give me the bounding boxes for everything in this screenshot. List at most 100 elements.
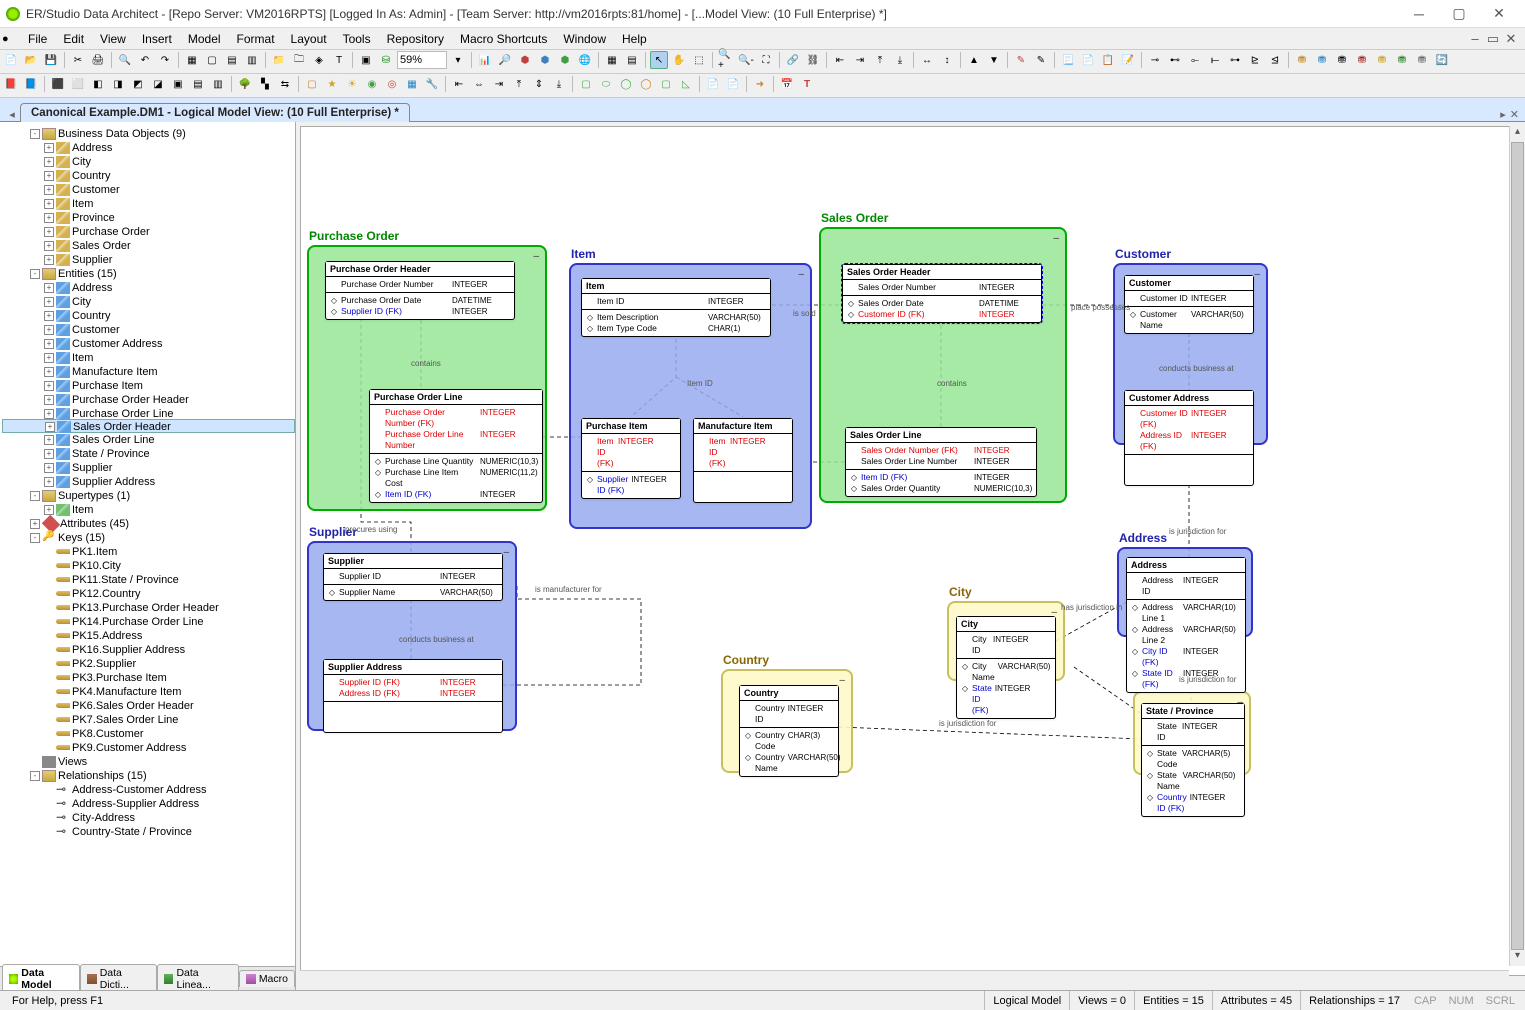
open-icon[interactable]: 📂: [22, 51, 40, 69]
folder-icon[interactable]: 📁: [270, 51, 288, 69]
db5-icon[interactable]: ⛃: [1373, 51, 1391, 69]
maximize-button[interactable]: ▢: [1439, 1, 1479, 27]
explorer-tab-1[interactable]: Data Dicti...: [80, 964, 157, 990]
tree-item[interactable]: PK15.Address: [2, 628, 295, 642]
tree-item[interactable]: +Province: [2, 210, 295, 224]
x4-icon[interactable]: ◨: [109, 75, 127, 93]
mdi-close[interactable]: ✕: [1503, 31, 1519, 47]
db-icon[interactable]: ⛁: [377, 51, 395, 69]
save-icon[interactable]: 💾: [42, 51, 60, 69]
circ-b-icon[interactable]: ◎: [383, 75, 401, 93]
distr-h-icon[interactable]: ↔: [918, 51, 936, 69]
pointer-icon[interactable]: ↖: [650, 51, 668, 69]
tab-prev[interactable]: ◂: [4, 108, 20, 121]
db3-icon[interactable]: ⛃: [1333, 51, 1351, 69]
collapse-icon[interactable]: –: [839, 675, 845, 686]
find-icon[interactable]: 🔎: [496, 51, 514, 69]
tree-item[interactable]: +Sales Order Header: [2, 419, 295, 433]
cascade-icon[interactable]: ▦: [603, 51, 621, 69]
a-left-icon[interactable]: ⇤: [450, 75, 468, 93]
zoomout-icon[interactable]: 🔍-: [737, 51, 755, 69]
entity-cus[interactable]: CustomerCustomer IDINTEGER◇Customer Name…: [1124, 275, 1254, 334]
x8-icon[interactable]: ▤: [189, 75, 207, 93]
collapse-icon[interactable]: –: [533, 251, 539, 262]
entity-sol[interactable]: Sales Order LineSales Order Number (FK)I…: [845, 427, 1037, 497]
sq-o-icon[interactable]: ▢: [303, 75, 321, 93]
menu-view[interactable]: View: [92, 30, 134, 48]
swap-icon[interactable]: ⇆: [276, 75, 294, 93]
tree-item[interactable]: +Customer Address: [2, 336, 295, 350]
a-mid-icon[interactable]: ⇕: [530, 75, 548, 93]
al-left-icon[interactable]: ⇤: [831, 51, 849, 69]
tree-item[interactable]: -Keys (15): [2, 530, 295, 544]
layer-icon[interactable]: ▣: [357, 51, 375, 69]
rel7-icon[interactable]: ⊴: [1266, 51, 1284, 69]
a-top-icon[interactable]: ⤒: [510, 75, 528, 93]
new-icon[interactable]: 📄: [2, 51, 20, 69]
entity-icon[interactable]: ▢: [203, 51, 221, 69]
tree-item[interactable]: PK4.Manufacture Item: [2, 684, 295, 698]
text-t-icon[interactable]: T: [798, 75, 816, 93]
marquee-zoom-icon[interactable]: ⬚: [690, 51, 708, 69]
tree-item[interactable]: Country-State / Province: [2, 824, 295, 838]
explorer-tab-0[interactable]: Data Model: [2, 964, 80, 990]
pg1-icon[interactable]: 📄: [704, 75, 722, 93]
zoom-combo[interactable]: [397, 51, 447, 69]
entity-sup[interactable]: SupplierSupplier IDINTEGER◇Supplier Name…: [323, 553, 503, 601]
entity-adr[interactable]: AddressAddress IDINTEGER◇Address Line 1V…: [1126, 557, 1246, 693]
refresh-icon[interactable]: 🔄: [1433, 51, 1451, 69]
tree-item[interactable]: PK13.Purchase Order Header: [2, 600, 295, 614]
tree-item[interactable]: +Purchase Order Header: [2, 392, 295, 406]
unlink-icon[interactable]: ⛓: [804, 51, 822, 69]
ci-org-icon[interactable]: ◯: [637, 75, 655, 93]
calendar-icon[interactable]: 📅: [778, 75, 796, 93]
tree-item[interactable]: Views: [2, 754, 295, 768]
redo-icon[interactable]: ↷: [156, 51, 174, 69]
star-icon[interactable]: ★: [323, 75, 341, 93]
close-button[interactable]: ✕: [1479, 1, 1519, 27]
a-bot-icon[interactable]: ⤓: [550, 75, 568, 93]
menu-model[interactable]: Model: [180, 30, 229, 48]
mdi-restore[interactable]: ▭: [1485, 31, 1501, 47]
entity-pol[interactable]: Purchase Order LinePurchase Order Number…: [369, 389, 543, 503]
tree-item[interactable]: +Item: [2, 196, 295, 210]
tree-item[interactable]: -Entities (15): [2, 266, 295, 280]
x6-icon[interactable]: ◪: [149, 75, 167, 93]
el-grn-icon[interactable]: ⬭: [597, 75, 615, 93]
fit-icon[interactable]: ⛶: [757, 51, 775, 69]
doc3-icon[interactable]: 📋: [1099, 51, 1117, 69]
db7-icon[interactable]: ⛃: [1413, 51, 1431, 69]
repo3-icon[interactable]: ⬢: [556, 51, 574, 69]
tree-item[interactable]: +City: [2, 294, 295, 308]
x1-icon[interactable]: ⬛: [49, 75, 67, 93]
rd-grn-icon[interactable]: ▢: [657, 75, 675, 93]
menu-tools[interactable]: Tools: [335, 30, 379, 48]
rel6-icon[interactable]: ⊵: [1246, 51, 1264, 69]
db1-icon[interactable]: ⛃: [1293, 51, 1311, 69]
tree-item[interactable]: +Purchase Item: [2, 378, 295, 392]
entity-pi[interactable]: Purchase ItemItem ID (FK)INTEGER◇Supplie…: [581, 418, 681, 499]
tree-item[interactable]: PK7.Sales Order Line: [2, 712, 295, 726]
entity-cnt[interactable]: CountryCountry IDINTEGER◇Country CodeCHA…: [739, 685, 839, 777]
rel1-icon[interactable]: ⊸: [1146, 51, 1164, 69]
tree-item[interactable]: -Business Data Objects (9): [2, 126, 295, 140]
tree-item[interactable]: +Supplier: [2, 252, 295, 266]
a-right-icon[interactable]: ⇥: [490, 75, 508, 93]
view-icon[interactable]: ▥: [243, 51, 261, 69]
tree-item[interactable]: Address-Supplier Address: [2, 796, 295, 810]
tree-item[interactable]: +Address: [2, 140, 295, 154]
tree-item[interactable]: +Item: [2, 502, 295, 516]
grid2-icon[interactable]: ▦: [403, 75, 421, 93]
book-blue-icon[interactable]: 📘: [22, 75, 40, 93]
repo2-icon[interactable]: ⬢: [536, 51, 554, 69]
entity-cty[interactable]: CityCity IDINTEGER◇City NameVARCHAR(50)◇…: [956, 616, 1056, 719]
tree-item[interactable]: -Supertypes (1): [2, 488, 295, 502]
entity-supa[interactable]: Supplier AddressSupplier ID (FK)INTEGERA…: [323, 659, 503, 733]
undo-icon[interactable]: ↶: [136, 51, 154, 69]
tab-close[interactable]: ✕: [1510, 108, 1519, 121]
cut-icon[interactable]: ✂: [69, 51, 87, 69]
tree-item[interactable]: +Attributes (45): [2, 516, 295, 530]
doc2-icon[interactable]: 📄: [1079, 51, 1097, 69]
tree-item[interactable]: PK14.Purchase Order Line: [2, 614, 295, 628]
menu-macro-shortcuts[interactable]: Macro Shortcuts: [452, 30, 555, 48]
